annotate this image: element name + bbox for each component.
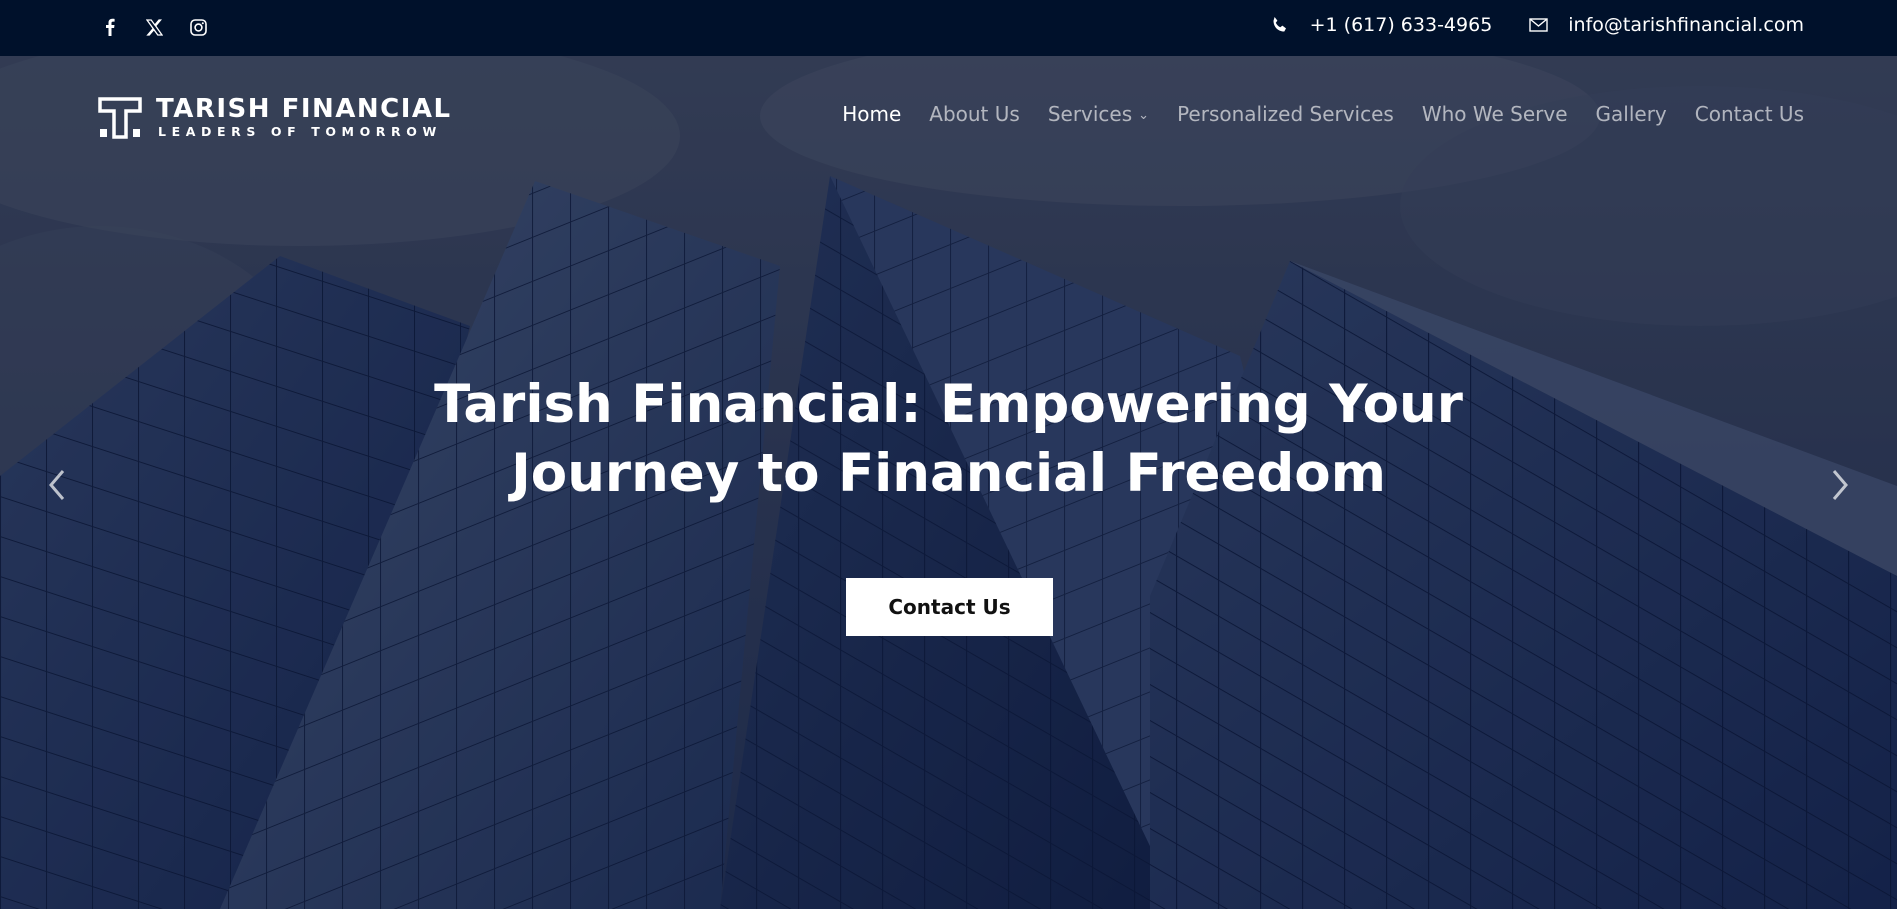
email-address: info@tarishfinancial.com	[1568, 14, 1804, 36]
phone-icon	[1270, 15, 1290, 35]
logo-tagline: LEADERS OF TOMORROW	[158, 124, 442, 139]
nav-item-label: Services	[1047, 102, 1133, 126]
nav-item-label: Personalized Services	[1177, 102, 1394, 126]
nav-item-gallery[interactable]: Gallery	[1596, 102, 1667, 126]
x-twitter-icon[interactable]	[144, 17, 164, 37]
slider-prev-arrow[interactable]	[42, 465, 72, 505]
nav-item-label: Who We Serve	[1421, 102, 1568, 126]
instagram-icon[interactable]	[188, 17, 208, 37]
nav-item-label: Gallery	[1595, 102, 1667, 126]
nav-item-who-we-serve[interactable]: Who We Serve	[1422, 102, 1568, 126]
email-link[interactable]: info@tarishfinancial.com	[1528, 14, 1804, 36]
chevron-left-icon	[49, 470, 65, 500]
hero-headline-line-2: Journey to Financial Freedom	[511, 443, 1386, 504]
facebook-icon[interactable]	[100, 17, 120, 37]
nav-item-personalized-services[interactable]: Personalized Services	[1177, 102, 1394, 126]
logo-text: TARISH FINANCIAL LEADERS OF TOMORROW	[156, 96, 452, 140]
nav-item-label: Contact Us	[1694, 102, 1804, 126]
nav-item-home[interactable]: Home	[842, 102, 901, 126]
social-links	[100, 17, 208, 37]
contact-us-button[interactable]: Contact Us	[846, 578, 1053, 636]
envelope-icon	[1528, 15, 1548, 35]
nav-item-label: Home	[842, 102, 902, 126]
contact-info: +1 (617) 633-4965 info@tarishfinancial.c…	[1270, 14, 1804, 36]
chevron-right-icon	[1832, 470, 1848, 500]
nav-item-label: About Us	[929, 102, 1020, 126]
phone-number: +1 (617) 633-4965	[1309, 14, 1493, 36]
logo-name: TARISH FINANCIAL	[156, 94, 452, 124]
phone-link[interactable]: +1 (617) 633-4965	[1270, 14, 1493, 36]
site-logo[interactable]: TARISH FINANCIAL LEADERS OF TOMORROW	[98, 96, 452, 140]
nav-item-about-us[interactable]: About Us	[929, 102, 1020, 126]
hero-headline-line-1: Tarish Financial: Empowering Your	[434, 374, 1463, 435]
slider-next-arrow[interactable]	[1825, 465, 1855, 505]
top-bar: +1 (617) 633-4965 info@tarishfinancial.c…	[0, 0, 1897, 56]
nav-item-services[interactable]: Services ⌄	[1048, 102, 1149, 126]
hero-headline: Tarish Financial: Empowering Your Journe…	[0, 370, 1897, 508]
main-nav: Home About Us Services ⌄ Personalized Ser…	[814, 102, 1804, 126]
tarish-t-logo-icon	[98, 97, 142, 139]
nav-item-contact-us[interactable]: Contact Us	[1695, 102, 1804, 126]
chevron-down-icon: ⌄	[1138, 107, 1150, 123]
